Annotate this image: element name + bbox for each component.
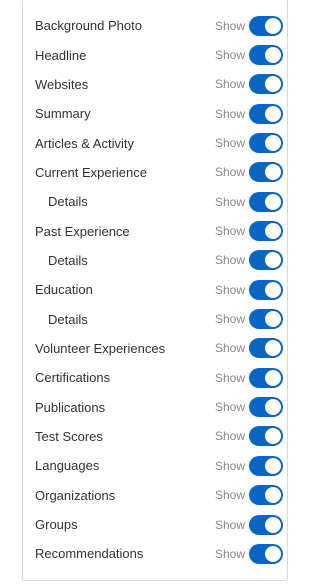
setting-label: Websites <box>35 76 89 92</box>
visibility-toggle[interactable] <box>249 103 283 124</box>
visibility-toggle[interactable] <box>249 133 283 154</box>
setting-row-websites: Websites Show <box>23 70 287 99</box>
setting-row-background-photo: Background Photo Show <box>23 11 287 40</box>
visibility-toggle[interactable] <box>249 514 283 535</box>
show-label: Show <box>215 458 246 473</box>
toggle-knob <box>265 428 281 445</box>
visibility-toggle[interactable] <box>249 543 283 564</box>
setting-row-recommendations: Recommendations Show <box>23 539 287 568</box>
toggle-knob <box>265 545 281 562</box>
setting-label: Education <box>35 282 93 298</box>
toggle-knob <box>265 369 281 386</box>
setting-label: Recommendations <box>35 546 144 562</box>
setting-label: Past Experience <box>35 223 130 239</box>
show-label: Show <box>215 106 246 121</box>
setting-row-groups: Groups Show <box>23 510 287 539</box>
show-label: Show <box>215 282 246 297</box>
toggle-knob <box>265 105 281 122</box>
visibility-toggle[interactable] <box>249 309 283 330</box>
visibility-toggle[interactable] <box>249 397 283 418</box>
visibility-toggle[interactable] <box>249 162 283 183</box>
setting-label: Languages <box>35 458 100 474</box>
toggle-knob <box>265 164 281 181</box>
show-label: Show <box>215 429 246 444</box>
show-label: Show <box>215 341 246 356</box>
setting-row-publications: Publications Show <box>23 392 287 421</box>
toggle-knob <box>265 135 281 152</box>
show-label: Show <box>215 517 246 532</box>
setting-row-details: Details Show <box>23 304 287 333</box>
visibility-toggle[interactable] <box>249 45 283 66</box>
toggle-knob <box>265 193 281 210</box>
visibility-settings-list: Background Photo Show Headline Show Websites… <box>23 11 287 569</box>
setting-label: Details <box>48 311 88 327</box>
toggle-knob <box>265 340 281 357</box>
show-label: Show <box>215 370 246 385</box>
setting-row-organizations: Organizations Show <box>23 481 287 510</box>
toggle-knob <box>265 76 281 93</box>
visibility-toggle[interactable] <box>249 426 283 447</box>
setting-label: Test Scores <box>35 428 103 444</box>
show-label: Show <box>215 165 246 180</box>
setting-row-current-experience: Current Experience Show <box>23 158 287 187</box>
show-label: Show <box>215 224 246 239</box>
visibility-toggle[interactable] <box>249 367 283 388</box>
setting-row-past-experience: Past Experience Show <box>23 216 287 245</box>
toggle-knob <box>265 47 281 64</box>
setting-row-details: Details Show <box>23 187 287 216</box>
visibility-toggle[interactable] <box>249 191 283 212</box>
setting-row-articles-and-activity: Articles & Activity Show <box>23 128 287 157</box>
toggle-knob <box>265 399 281 416</box>
setting-label: Volunteer Experiences <box>35 340 166 356</box>
setting-label: Headline <box>35 47 87 63</box>
setting-row-headline: Headline Show <box>23 40 287 69</box>
setting-row-volunteer-experiences: Volunteer Experiences Show <box>23 334 287 363</box>
visibility-toggle[interactable] <box>249 338 283 359</box>
toggle-knob <box>265 281 281 298</box>
visibility-toggle[interactable] <box>249 74 283 95</box>
setting-label: Details <box>48 252 88 268</box>
setting-label: Current Experience <box>35 164 147 180</box>
show-label: Show <box>215 400 246 415</box>
setting-label: Summary <box>35 106 91 122</box>
visibility-toggle[interactable] <box>249 485 283 506</box>
setting-label: Groups <box>35 517 78 533</box>
visibility-toggle[interactable] <box>249 250 283 271</box>
visibility-toggle[interactable] <box>249 279 283 300</box>
show-label: Show <box>215 77 246 92</box>
toggle-knob <box>265 457 281 474</box>
setting-label: Details <box>48 194 88 210</box>
setting-label: Organizations <box>35 487 116 503</box>
show-label: Show <box>215 48 246 63</box>
visibility-toggle[interactable] <box>249 15 283 36</box>
visibility-toggle[interactable] <box>249 455 283 476</box>
show-label: Show <box>215 312 246 327</box>
setting-label: Background Photo <box>35 18 142 34</box>
toggle-knob <box>265 17 281 34</box>
setting-row-details: Details Show <box>23 246 287 275</box>
setting-row-languages: Languages Show <box>23 451 287 480</box>
setting-row-test-scores: Test Scores Show <box>23 422 287 451</box>
setting-row-certifications: Certifications Show <box>23 363 287 392</box>
toggle-knob <box>265 516 281 533</box>
toggle-knob <box>265 311 281 328</box>
setting-label: Certifications <box>35 370 111 386</box>
show-label: Show <box>215 253 246 268</box>
setting-label: Publications <box>35 399 106 415</box>
show-label: Show <box>215 546 246 561</box>
show-label: Show <box>215 18 246 33</box>
show-label: Show <box>215 194 246 209</box>
visibility-settings-panel: Background Photo Show Headline Show Websites… <box>22 0 288 581</box>
toggle-knob <box>265 487 281 504</box>
visibility-toggle[interactable] <box>249 221 283 242</box>
show-label: Show <box>215 136 246 151</box>
show-label: Show <box>215 488 246 503</box>
setting-label: Articles & Activity <box>35 135 134 151</box>
toggle-knob <box>265 223 281 240</box>
toggle-knob <box>265 252 281 269</box>
setting-row-summary: Summary Show <box>23 99 287 128</box>
setting-row-education: Education Show <box>23 275 287 304</box>
